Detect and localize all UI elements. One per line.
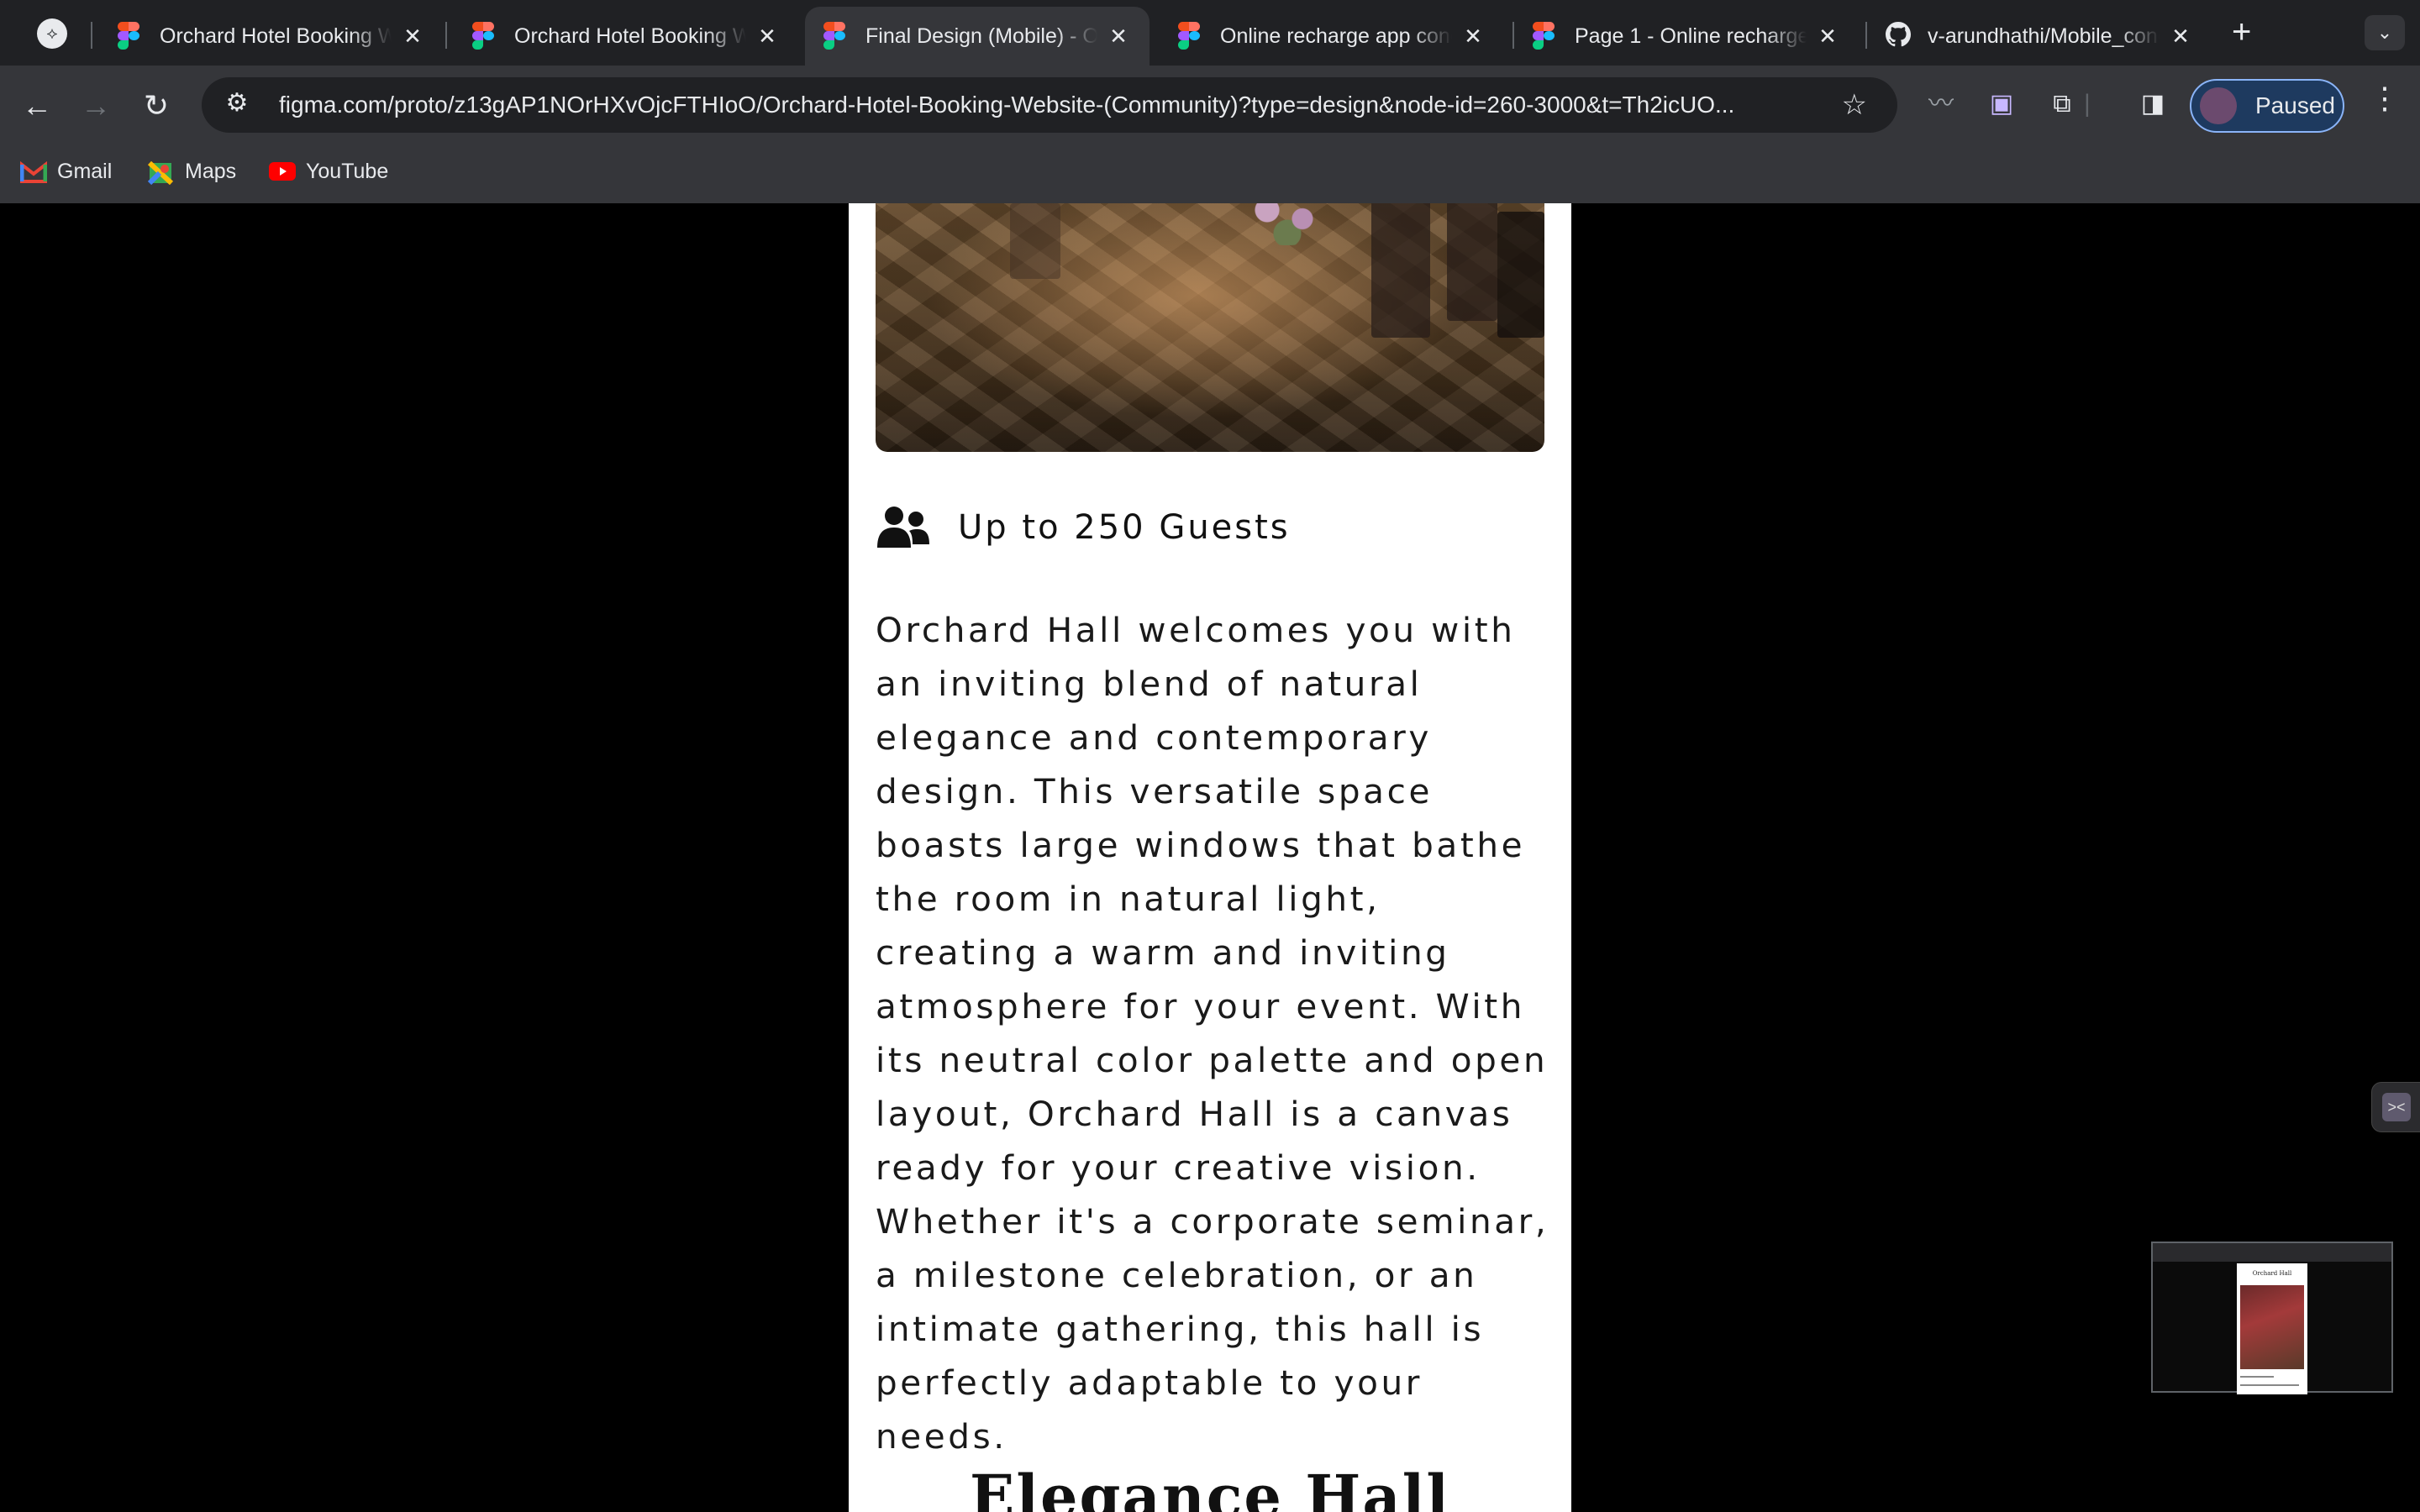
preview-text-line — [2240, 1384, 2299, 1386]
tab-search-button[interactable]: ⌄ — [2365, 15, 2405, 50]
close-icon[interactable]: ✕ — [1106, 24, 1131, 50]
tab-title: Online recharge app concept — [1220, 24, 1452, 48]
address-bar[interactable]: ⚙ figma.com/proto/z13gAP1NOrHXvOjcFTHIoO… — [202, 77, 1897, 133]
tab-github-repo[interactable]: v-arundhathi/Mobile_concept ✕ — [1867, 7, 2212, 66]
tab-title: Orchard Hotel Booking Website (Community… — [160, 24, 392, 48]
preview-page: Orchard Hall — [2237, 1263, 2307, 1394]
tab-separator — [445, 22, 447, 49]
puzzle-icon[interactable]: ⧉ — [2042, 84, 2082, 124]
url-text[interactable]: figma.com/proto/z13gAP1NOrHXvOjcFTHIoO/O… — [279, 92, 1823, 118]
guest-capacity-label: Up to 250 Guests — [958, 508, 1291, 547]
close-icon[interactable]: ✕ — [400, 24, 425, 50]
chevron-down-icon: ⌄ — [2376, 22, 2393, 43]
profile-button[interactable]: Paused — [2190, 79, 2344, 133]
bookmark-youtube[interactable]: YouTube — [269, 160, 388, 184]
more-menu-icon[interactable]: ⋮ — [2370, 81, 2400, 116]
tab-title: Page 1 - Online recharge — [1575, 24, 1807, 48]
section-title-elegance-hall: Elegance Hall — [970, 1462, 1450, 1512]
preview-text-line — [2240, 1376, 2274, 1378]
bookmark-label: Gmail — [57, 160, 113, 183]
extension-icon: >< — [2382, 1093, 2411, 1121]
close-icon[interactable]: ✕ — [755, 24, 780, 50]
figma-icon — [1178, 22, 1200, 50]
tab-title: Orchard Hotel Booking Website (Community… — [514, 24, 746, 48]
forward-button[interactable]: → — [74, 84, 118, 128]
tab-title: v-arundhathi/Mobile_concept — [1928, 24, 2160, 48]
bookmark-maps[interactable]: Maps — [147, 160, 237, 185]
tab-strip: ⟡ Orchard Hotel Booking Website (Communi… — [0, 0, 2420, 66]
mobile-frame[interactable]: Up to 250 Guests Orchard Hall welcomes y… — [849, 203, 1571, 1512]
guest-capacity: Up to 250 Guests — [876, 506, 1291, 549]
tab-online-recharge[interactable]: Online recharge app concept ✕ — [1160, 7, 1504, 66]
side-extension-tab[interactable]: >< — [2371, 1082, 2420, 1132]
site-settings-icon[interactable]: ⚙ — [220, 88, 254, 122]
bookmark-label: Maps — [185, 160, 237, 183]
youtube-icon — [269, 161, 296, 183]
extension-icon[interactable]: ▣ — [1981, 84, 2022, 124]
users-icon — [877, 507, 929, 548]
tab-orchard-booking-1[interactable]: Orchard Hotel Booking Website (Community… — [99, 7, 444, 66]
arrow-right-icon: → — [81, 88, 111, 123]
bookmark-label: YouTube — [306, 160, 389, 183]
close-icon[interactable]: ✕ — [2168, 24, 2193, 50]
tab-page-1-recharge[interactable]: Page 1 - Online recharge ✕ — [1514, 7, 1859, 66]
reload-icon: ↻ — [143, 88, 170, 123]
close-icon[interactable]: ✕ — [1815, 24, 1840, 50]
toolbar-divider: | — [2084, 90, 2091, 118]
new-tab-button[interactable]: + — [2232, 13, 2251, 51]
bookmark-star-icon[interactable]: ☆ — [1842, 88, 1867, 122]
bookmarks-bar: Gmail Maps YouTube — [0, 146, 2420, 205]
tab-title: Final Design (Mobile) - Orchard Hotel — [865, 24, 1097, 48]
profile-status: Paused — [2255, 92, 2335, 118]
preview-title: Orchard Hall — [2252, 1270, 2292, 1277]
figma-icon — [472, 22, 494, 50]
tab-separator — [91, 22, 92, 49]
picture-in-picture-preview[interactable]: Orchard Hall — [2151, 1242, 2393, 1394]
figma-icon — [1533, 22, 1555, 50]
figma-icon — [118, 22, 139, 50]
tab-final-design-mobile[interactable]: Final Design (Mobile) - Orchard Hotel ✕ — [805, 7, 1150, 66]
gmail-icon — [19, 160, 48, 183]
figma-icon — [823, 22, 845, 50]
side-panel-icon[interactable]: ◨ — [2133, 84, 2173, 124]
github-icon — [1886, 22, 1911, 50]
close-icon[interactable]: ✕ — [1460, 24, 1486, 50]
extension-icon[interactable]: ⟡ — [37, 18, 67, 49]
avatar — [2200, 87, 2237, 124]
preview-toolbar — [2153, 1243, 2391, 1262]
prototype-viewport: Up to 250 Guests Orchard Hall welcomes y… — [0, 203, 2420, 1512]
reload-button[interactable]: ↻ — [134, 84, 178, 128]
back-button[interactable]: ← — [15, 84, 59, 128]
tab-orchard-booking-2[interactable]: Orchard Hotel Booking Website (Community… — [454, 7, 798, 66]
audio-wave-icon[interactable]: 〰 — [1921, 84, 1961, 124]
arrow-left-icon: ← — [22, 88, 52, 123]
maps-icon — [147, 160, 175, 185]
preview-image — [2240, 1285, 2304, 1369]
hall-description: Orchard Hall welcomes you with an inviti… — [876, 610, 1549, 1457]
hall-photo — [876, 203, 1544, 452]
bookmark-gmail[interactable]: Gmail — [19, 160, 113, 184]
